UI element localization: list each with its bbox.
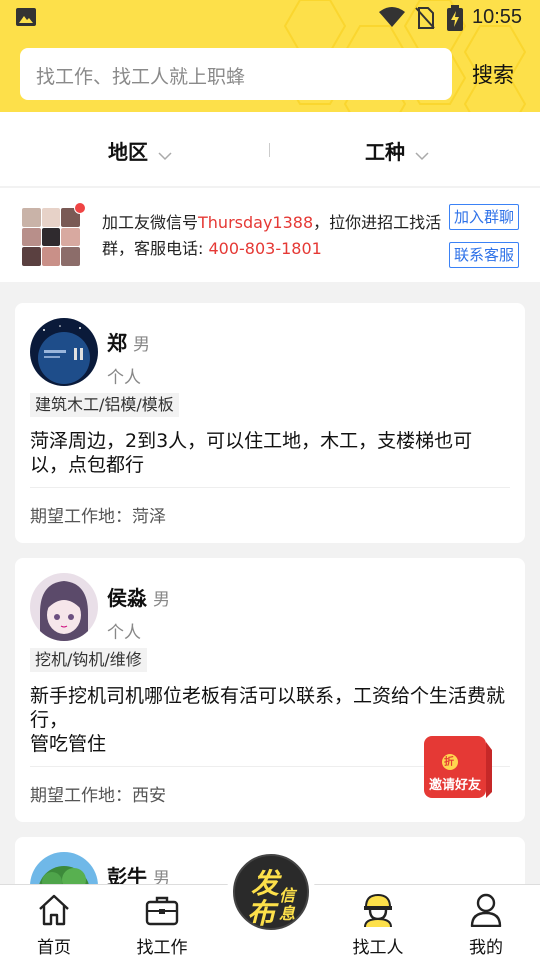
trade-tag: 挖机/钩机/维修 bbox=[30, 648, 147, 672]
worker-role: 个人 bbox=[107, 623, 141, 643]
person-icon bbox=[470, 893, 502, 927]
fab-char-2: 布 bbox=[247, 897, 276, 930]
trade-filter[interactable]: 工种 bbox=[365, 136, 429, 166]
chevron-down-icon bbox=[158, 142, 172, 166]
worker-gender: 男 bbox=[153, 590, 170, 610]
no-sim-icon bbox=[415, 7, 435, 29]
expected-location: 期望工作地：菏泽 bbox=[30, 502, 166, 527]
publish-info-button[interactable]: 发 布 信 息 bbox=[233, 854, 309, 930]
wechat-group-banner: 加工友微信号Thursday1388，拉你进招工找活群，客服电话: 400-80… bbox=[0, 188, 540, 282]
worker-name: 侯淼男 bbox=[107, 582, 170, 611]
trade-filter-label: 工种 bbox=[365, 140, 405, 164]
tab-find-job-label: 找工作 bbox=[136, 938, 188, 958]
banner-text-a: 加工友微信号 bbox=[102, 213, 199, 232]
status-time: 10:55 bbox=[472, 6, 523, 28]
expected-location: 期望工作地：西安 bbox=[30, 781, 166, 806]
tab-find-worker-label: 找工人 bbox=[352, 938, 404, 958]
location-label: 期望工作地： bbox=[30, 507, 132, 527]
service-phone[interactable]: 400-803-1801 bbox=[208, 239, 321, 258]
chevron-down-icon bbox=[415, 142, 429, 166]
avatar bbox=[30, 318, 98, 386]
briefcase-icon bbox=[145, 896, 179, 926]
location-label: 期望工作地： bbox=[30, 786, 132, 806]
app-header: 10:55 找工作、找工人就上职蜂 搜索 bbox=[0, 0, 540, 112]
worker-description: 菏泽周边，2到3人，可以住工地，木工，支楼梯也可以，点包都行 bbox=[30, 430, 473, 476]
tab-home-label: 首页 bbox=[37, 938, 71, 958]
worker-gender: 男 bbox=[133, 335, 150, 355]
location-value: 西安 bbox=[132, 786, 166, 806]
invite-friends-button[interactable]: 折 邀请好友 bbox=[420, 732, 494, 800]
wechat-id[interactable]: Thursday1388 bbox=[198, 213, 313, 232]
invite-badge: 折 bbox=[444, 757, 454, 768]
region-filter[interactable]: 地区 bbox=[108, 136, 172, 166]
unread-dot bbox=[74, 202, 86, 214]
worker-name-text: 侯淼 bbox=[107, 586, 147, 610]
contact-service-button[interactable]: 联系客服 bbox=[449, 242, 519, 268]
region-filter-label: 地区 bbox=[108, 140, 148, 164]
worker-helmet-icon bbox=[364, 893, 392, 927]
invite-label: 邀请好友 bbox=[428, 778, 481, 793]
worker-name-text: 郑 bbox=[107, 331, 127, 355]
tab-mine-label: 我的 bbox=[469, 938, 503, 958]
banner-message: 加工友微信号Thursday1388，拉你进招工找活群，客服电话: 400-80… bbox=[102, 210, 442, 262]
worker-role: 个人 bbox=[107, 368, 141, 388]
tab-home[interactable]: 首页 bbox=[4, 885, 104, 960]
search-placeholder: 找工作、找工人就上职蜂 bbox=[36, 66, 246, 88]
home-icon bbox=[39, 894, 69, 926]
image-notification-icon bbox=[16, 8, 36, 26]
tab-mine[interactable]: 我的 bbox=[436, 885, 536, 960]
group-avatar-collage bbox=[22, 208, 80, 266]
battery-charging-icon bbox=[447, 5, 463, 31]
search-input[interactable]: 找工作、找工人就上职蜂 bbox=[20, 48, 452, 100]
status-bar: 10:55 bbox=[0, 0, 540, 36]
filter-bar: 地区 工种 bbox=[0, 112, 540, 186]
join-group-button[interactable]: 加入群聊 bbox=[449, 204, 519, 230]
avatar bbox=[30, 573, 98, 641]
worker-name: 郑男 bbox=[107, 327, 150, 356]
filter-divider bbox=[269, 143, 270, 157]
wifi-icon bbox=[379, 7, 405, 27]
tab-find-job[interactable]: 找工作 bbox=[112, 885, 212, 960]
card-divider bbox=[30, 487, 510, 488]
tab-find-worker[interactable]: 找工人 bbox=[328, 885, 428, 960]
location-value: 菏泽 bbox=[132, 507, 166, 527]
search-button[interactable]: 搜索 bbox=[472, 59, 514, 89]
trade-tag: 建筑木工/铝模/模板 bbox=[30, 393, 179, 417]
fab-char-4: 息 bbox=[279, 904, 296, 923]
worker-card[interactable]: 郑男 个人 建筑木工/铝模/模板 菏泽周边，2到3人，可以住工地，木工，支楼梯也… bbox=[15, 303, 525, 543]
